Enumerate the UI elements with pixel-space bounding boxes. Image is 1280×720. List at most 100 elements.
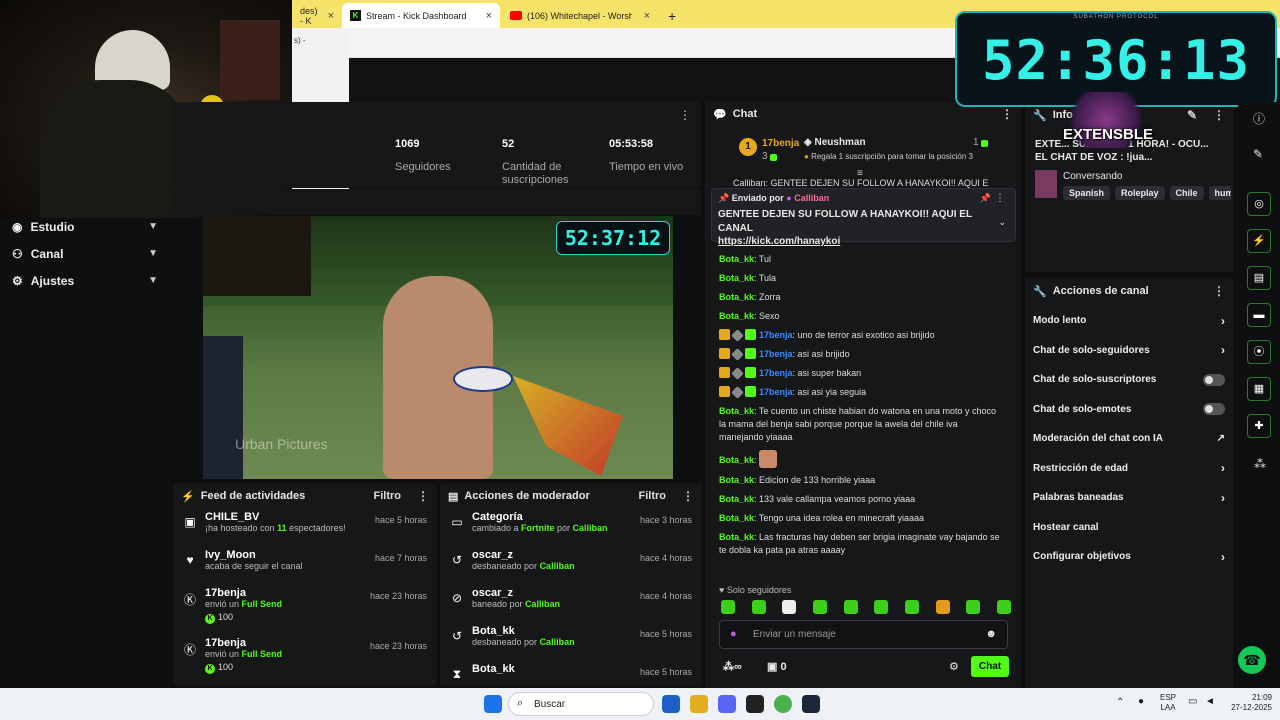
- more-options-icon[interactable]: ⋮: [417, 489, 429, 503]
- info-icon[interactable]: ⓘ: [1253, 110, 1265, 127]
- layout-icon[interactable]: ▦: [1247, 377, 1271, 401]
- chat-username[interactable]: Bota_kk: [719, 532, 754, 542]
- mod-action-item[interactable]: ⧗ Bota_kk hace 5 horas: [440, 663, 702, 686]
- chat-username[interactable]: 17benja: [759, 368, 793, 378]
- more-options-icon[interactable]: ⋮: [679, 108, 691, 122]
- send-chat-button[interactable]: Chat: [971, 656, 1009, 677]
- emote-icon[interactable]: [966, 600, 981, 614]
- chat-username[interactable]: Bota_kk: [719, 273, 754, 283]
- chat-message[interactable]: Bota_kk: Sexo: [705, 307, 1015, 326]
- leaderboard-second[interactable]: ◈ Neushman: [804, 137, 866, 148]
- channel-action-8[interactable]: Hostear canal: [1025, 513, 1233, 543]
- more-options-icon[interactable]: ⋮: [1213, 284, 1225, 298]
- nav-item-ajustes[interactable]: ⚙ Ajustes ▼: [0, 267, 170, 294]
- activity-item[interactable]: ♥ Ivy_Moon acaba de seguir el canal hace 7 …: [173, 549, 437, 585]
- speaker-icon[interactable]: ◄: [1205, 696, 1215, 707]
- wrench-icon[interactable]: ✚: [1247, 414, 1271, 438]
- close-icon[interactable]: ×: [644, 10, 650, 22]
- pin-icon[interactable]: 📌: [980, 193, 991, 204]
- discord-icon[interactable]: [718, 695, 736, 713]
- windows-start-icon[interactable]: [484, 695, 502, 713]
- chat-username[interactable]: Bota_kk: [719, 254, 754, 264]
- emote-icon[interactable]: [874, 600, 889, 614]
- chevron-down-icon[interactable]: ⌄: [998, 217, 1006, 228]
- chat-username[interactable]: 17benja: [759, 387, 793, 397]
- chat-message[interactable]: 17benja: asi super bakan: [705, 364, 1015, 383]
- emote-icon[interactable]: [996, 600, 1011, 614]
- tag-pill[interactable]: Roleplay: [1115, 186, 1165, 200]
- activity-item[interactable]: Ⓚ 17benja envió un Full Send K 100 hace 23 ho…: [173, 587, 437, 635]
- channel-action-3[interactable]: Chat de solo-suscriptores: [1025, 365, 1233, 395]
- chat-username[interactable]: 17benja: [759, 349, 793, 359]
- tag-pill[interactable]: Chile: [1169, 186, 1204, 200]
- points-icon[interactable]: ⁂: [1254, 457, 1266, 471]
- browser-tab[interactable]: des) - K ×: [292, 3, 342, 28]
- chat-username[interactable]: Bota_kk: [719, 494, 754, 504]
- chat-message[interactable]: Bota_kk: Zorra: [705, 288, 1015, 307]
- gift-promo[interactable]: ● Regala 1 suscripción para tomar la pos…: [804, 152, 973, 161]
- chat-icon[interactable]: ▬: [1247, 303, 1271, 327]
- document-icon[interactable]: ▤: [1247, 266, 1271, 290]
- nav-item-canal[interactable]: ⚇ Canal ▼: [0, 240, 170, 267]
- clock[interactable]: 21:09 27-12-2025: [1222, 693, 1272, 713]
- mic-icon[interactable]: ●: [730, 628, 737, 640]
- chat-username[interactable]: 17benja: [759, 330, 793, 340]
- chat-username[interactable]: Bota_kk: [719, 455, 754, 465]
- chat-username[interactable]: Bota_kk: [719, 513, 754, 523]
- obs-icon[interactable]: [746, 695, 764, 713]
- activity-item[interactable]: ▣ CHILE_BV ¡ha hosteado con 11 espectadore…: [173, 511, 437, 547]
- channel-action-9[interactable]: Configurar objetivos ›: [1025, 542, 1233, 572]
- chat-message[interactable]: Bota_kk: 133 vale callampa veamos porno …: [705, 490, 1015, 509]
- channel-action-2[interactable]: Chat de solo-seguidores ›: [1025, 336, 1233, 366]
- channel-action-4[interactable]: Chat de solo-emotes: [1025, 395, 1233, 425]
- tag-pill[interactable]: humor: [1208, 186, 1231, 200]
- bolt-icon[interactable]: ⚡: [1247, 229, 1271, 253]
- emote-icon[interactable]: [812, 600, 827, 614]
- activity-item[interactable]: Ⓚ 17benja envió un Full Send K 100 hace 23 ho…: [173, 637, 437, 685]
- gift-counter[interactable]: ▣ 0: [767, 660, 787, 673]
- mod-action-item[interactable]: ⊘ oscar_z baneado por Calliban hace 4 horas: [440, 587, 702, 623]
- chat-message[interactable]: Bota_kk: Tul: [705, 250, 1015, 269]
- channel-action-7[interactable]: Palabras baneadas ›: [1025, 483, 1233, 513]
- chat-message[interactable]: Bota_kk: Edicion de 133 horrible yiaaa: [705, 471, 1015, 490]
- more-options-icon[interactable]: ⋮: [1213, 108, 1225, 122]
- channel-action-6[interactable]: Restricción de edad ›: [1025, 454, 1233, 484]
- chat-username[interactable]: Bota_kk: [719, 406, 754, 416]
- pinned-link[interactable]: https://kick.com/hanaykoi: [712, 236, 1015, 247]
- emote-icon[interactable]: [904, 600, 919, 614]
- stream-category[interactable]: Conversando: [1063, 171, 1122, 182]
- toggle-switch[interactable]: [1203, 373, 1225, 386]
- filter-button[interactable]: Filtro: [639, 490, 667, 502]
- emote-icon[interactable]: [751, 600, 766, 614]
- more-options-icon[interactable]: ⋮: [995, 193, 1005, 204]
- new-tab-button[interactable]: +: [660, 3, 684, 28]
- browser-tab[interactable]: (106) Whitechapel - Worshi ×: [502, 3, 658, 28]
- network-icon[interactable]: ▭: [1188, 696, 1197, 707]
- close-icon[interactable]: ×: [328, 10, 334, 22]
- channel-action-1[interactable]: Modo lento ›: [1025, 306, 1233, 336]
- nav-item-estudio[interactable]: ◉ Estudio ▼: [0, 213, 170, 240]
- chat-username[interactable]: Bota_kk: [719, 292, 754, 302]
- channel-action-5[interactable]: Moderación del chat con IA ↗: [1025, 424, 1233, 454]
- chat-message[interactable]: Bota_kk: Tula: [705, 269, 1015, 288]
- emoji-icon[interactable]: ☻: [985, 628, 997, 640]
- task-view-icon[interactable]: [662, 695, 680, 713]
- leaderboard-first[interactable]: 17benja 3: [762, 137, 799, 163]
- pinned-message[interactable]: 📌 Enviado por ● Calliban GENTEE DEJEN SU…: [711, 188, 1016, 247]
- mic-icon[interactable]: ●: [1138, 696, 1144, 707]
- file-explorer-icon[interactable]: [690, 695, 708, 713]
- stream-preview[interactable]: Urban Pictures: [203, 216, 673, 479]
- chat-message[interactable]: Bota_kk: Tengo una idea rolea en minecra…: [705, 509, 1015, 528]
- chat-input[interactable]: ● Enviar un mensaje ☻: [719, 620, 1008, 649]
- mod-action-item[interactable]: ↺ Bota_kk desbaneado por Calliban hace 5 ho…: [440, 625, 702, 661]
- edit-icon[interactable]: ✎: [1187, 108, 1197, 122]
- pencil-icon[interactable]: ✎: [1253, 147, 1263, 161]
- close-icon[interactable]: ×: [486, 10, 492, 22]
- chat-message[interactable]: Bota_kk: Te cuento un chiste habian do w…: [705, 402, 1015, 447]
- emote-icon[interactable]: [935, 600, 950, 614]
- gear-icon[interactable]: ⚙: [949, 660, 959, 673]
- chat-username[interactable]: Bota_kk: [719, 475, 754, 485]
- taskbar-search[interactable]: ⌕ Buscar: [508, 692, 654, 716]
- toggle-switch[interactable]: [1203, 403, 1225, 416]
- more-options-icon[interactable]: ⋮: [1001, 107, 1013, 121]
